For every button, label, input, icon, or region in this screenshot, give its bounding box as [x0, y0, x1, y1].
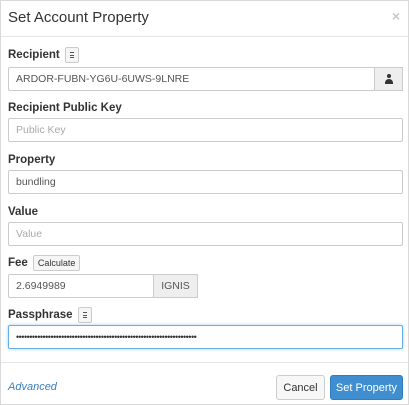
recipient-contacts-button[interactable] [374, 67, 403, 91]
recipient-menu-button[interactable] [64, 47, 79, 63]
recipient-label-row: Recipient [8, 47, 79, 63]
passphrase-menu-button[interactable] [77, 307, 92, 323]
fee-input[interactable]: 2.6949989 [8, 274, 154, 298]
recipient-public-key-label: Recipient Public Key [8, 102, 122, 114]
fee-label: Fee [8, 257, 28, 269]
cancel-button[interactable]: Cancel [276, 375, 325, 400]
user-icon [384, 74, 394, 84]
property-label: Property [8, 154, 56, 166]
calculate-fee-button[interactable]: Calculate [32, 255, 81, 271]
advanced-link[interactable]: Advanced [8, 381, 57, 393]
list-icon [82, 312, 87, 318]
passphrase-input[interactable]: ••••••••••••••••••••••••••••••••••••••••… [8, 325, 403, 349]
passphrase-label: Passphrase [8, 309, 73, 321]
value-input[interactable]: Value [8, 222, 403, 246]
recipient-label: Recipient [8, 49, 60, 61]
fee-label-row: Fee Calculate [8, 255, 81, 271]
property-input[interactable]: bundling [8, 170, 403, 194]
dialog-title: Set Account Property [8, 9, 149, 26]
passphrase-label-row: Passphrase [8, 307, 92, 323]
recipient-input[interactable]: ARDOR-FUBN-YG6U-6UWS-9LNRE [8, 67, 375, 91]
set-property-button[interactable]: Set Property [330, 375, 403, 400]
close-icon[interactable]: × [392, 8, 400, 24]
set-account-property-dialog: Set Account Property × Recipient ARDOR-F… [0, 0, 409, 405]
fee-unit: IGNIS [153, 274, 198, 298]
recipient-public-key-input[interactable]: Public Key [8, 118, 403, 142]
dialog-header: Set Account Property × [1, 1, 408, 37]
list-icon [69, 52, 74, 58]
value-label: Value [8, 206, 39, 218]
